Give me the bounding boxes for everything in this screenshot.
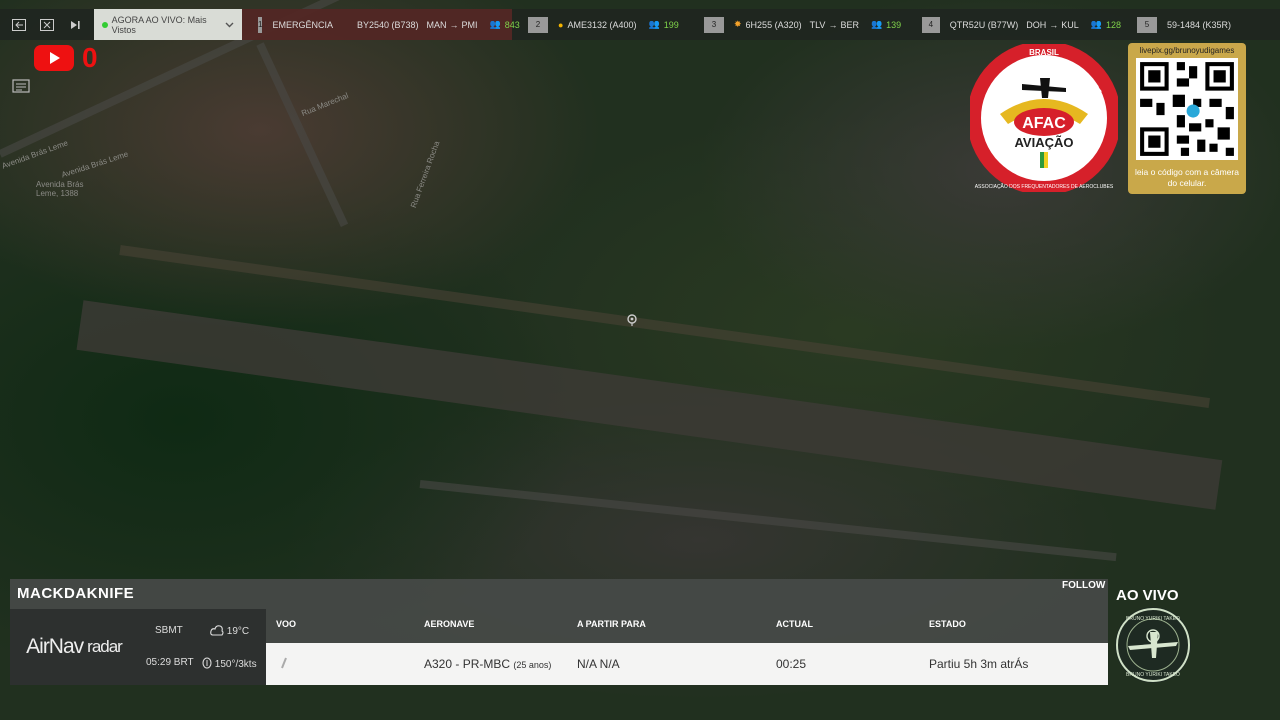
actual-time: 00:25 xyxy=(776,657,807,671)
airport-code: SBMT xyxy=(155,625,183,636)
col-header-aeronave: AERONAVE xyxy=(424,619,475,629)
col-header-actual: ACTUAL xyxy=(776,619,813,629)
flight-status: Partiu 5h 3m atrÁs xyxy=(929,657,1029,671)
top-flight-2[interactable]: 2 ● AME3132 (A400) 👥 199 xyxy=(512,9,688,40)
route-arrow-icon: → xyxy=(1049,19,1059,30)
flight-callsign: 6H255 (A320) xyxy=(745,19,802,30)
star-icon: ✸ xyxy=(734,19,742,29)
cloud-icon xyxy=(210,625,224,636)
livepix-qr-panel[interactable]: livepix.gg/brunoyudigames leia o código … xyxy=(1128,43,1246,194)
viewer-count: 139 xyxy=(886,19,902,30)
airnav-brand: AirNav xyxy=(26,635,84,658)
col-header-rota: A PARTIR PARA xyxy=(577,619,646,629)
route: N/A N/A xyxy=(577,657,620,671)
col-header-voo: VOO xyxy=(276,619,297,629)
viewer-count: 128 xyxy=(1105,19,1121,30)
aircraft: A320 - PR-MBC (25 anos) xyxy=(424,657,551,671)
live-dot xyxy=(102,21,108,28)
flight-info-panel: MACKDAKNIFE FOLLOW AirNav radar SBMT 05:… xyxy=(10,579,1108,685)
collapse-sidebar-icon[interactable] xyxy=(10,16,28,34)
afac-aviacao-logo: AFAC AVIAÇÃO BRASIL AVIAÇÃO ASSOCIAÇÃO D… xyxy=(970,44,1118,192)
top-flight-5[interactable]: 5 59-1484 (K35R) xyxy=(1121,9,1241,40)
top-flight-4[interactable]: 4 QTR52U (B77W) DOH → KUL 👥 128 xyxy=(906,9,1121,40)
temperature-value: 19°C xyxy=(226,626,250,637)
airline-logo-icon xyxy=(280,657,288,672)
viewer-count: 199 xyxy=(663,19,679,30)
live-label: AO VIVO xyxy=(1116,587,1179,604)
wind-value: 150°/3kts xyxy=(214,659,257,670)
flight-callsign: BY2540 (B738) xyxy=(356,19,419,30)
afac-subtitle: AVIAÇÃO xyxy=(1015,135,1074,150)
temperature: 19°C xyxy=(210,624,249,637)
badge-top-text: BRUNO YURIKI TAKEO xyxy=(1126,616,1180,622)
airnav-sub: radar xyxy=(87,637,123,656)
route-from: TLV xyxy=(809,19,826,30)
aircraft-age: (25 anos) xyxy=(513,660,552,670)
afac-top-text: BRASIL xyxy=(1029,48,1059,57)
wind: 150°/3kts xyxy=(202,657,257,670)
street-label: Avenida Brás Leme xyxy=(60,149,130,180)
viewers-icon: 👥 xyxy=(489,19,501,29)
route-arrow-icon: → xyxy=(828,19,838,30)
badge-bottom-text: BRUNO YURIKI TAKEO xyxy=(1126,672,1180,678)
skip-forward-icon[interactable] xyxy=(66,16,84,34)
route-to: KUL xyxy=(1061,19,1079,30)
streamer-username: MACKDAKNIFE xyxy=(17,585,135,602)
bruno-yuriki-takeo-badge: BRUNO YURIKI TAKEO BRUNO YURIKI TAKEO xyxy=(1115,607,1191,683)
rank-badge: 3 xyxy=(704,16,724,33)
route-from: MAN xyxy=(426,19,447,30)
qr-code-icon xyxy=(1136,58,1238,160)
local-time: 05:29 BRT xyxy=(146,657,194,668)
route-arrow-icon: → xyxy=(449,19,459,30)
flight-list-icon[interactable] xyxy=(12,78,30,94)
most-viewed-dropdown[interactable]: AGORA AO VIVO: Mais Vistos xyxy=(94,9,242,40)
viewers-icon: 👥 xyxy=(870,19,883,29)
flight-callsign: QTR52U (B77W) xyxy=(949,19,1019,30)
location-pin-icon[interactable] xyxy=(626,314,638,326)
youtube-icon[interactable] xyxy=(34,45,74,71)
chevron-down-icon xyxy=(225,20,234,30)
top-flight-1[interactable]: 1 EMERGÊNCIA BY2540 (B738) MAN → PMI 👥 8… xyxy=(242,9,520,40)
youtube-counter: 0 xyxy=(82,42,98,73)
route-from: DOH xyxy=(1026,19,1047,30)
rank-badge: 1 xyxy=(258,16,263,33)
top-flight-3[interactable]: 3 ✸ 6H255 (A320) TLV → BER 👥 139 xyxy=(688,9,906,40)
emergency-label: EMERGÊNCIA xyxy=(272,19,333,30)
col-header-estado: ESTADO xyxy=(929,619,966,629)
rank-badge: 2 xyxy=(528,16,548,33)
now-label: AGORA AO VIVO: Mais Vistos xyxy=(111,14,207,35)
flight-callsign: AME3132 (A400) xyxy=(567,19,637,30)
rank-badge: 4 xyxy=(922,16,940,33)
flight-row[interactable]: A320 - PR-MBC (25 anos) N/A N/A 00:25 Pa… xyxy=(266,643,1108,685)
follow-button[interactable]: FOLLOW xyxy=(1062,580,1105,591)
close-panel-icon[interactable] xyxy=(38,16,56,34)
route-to: PMI xyxy=(461,19,478,30)
wind-direction-icon xyxy=(202,657,212,669)
rank-badge: 5 xyxy=(1137,16,1157,33)
viewers-icon: 👥 xyxy=(648,19,660,29)
viewers-icon: 👥 xyxy=(1090,19,1102,29)
route-to: BER xyxy=(840,19,859,30)
flight-callsign: 59-1484 (K35R) xyxy=(1167,19,1232,30)
airport-weather-box: SBMT 05:29 BRT 19°C 150°/3kts xyxy=(138,609,266,685)
street-label: Avenida Brás Leme, 1388 xyxy=(36,180,84,198)
road-south xyxy=(419,480,1117,562)
qr-url: livepix.gg/brunoyudigames xyxy=(1139,46,1235,55)
qr-caption: leia o código com a câmera do celular. xyxy=(1135,167,1239,188)
street-label: Rua Ferreira Rocha xyxy=(408,139,442,210)
aircraft-reg: A320 - PR-MBC xyxy=(424,657,511,671)
road-street xyxy=(256,42,349,227)
alert-dot-icon: ● xyxy=(558,19,564,30)
afac-brand: AFAC xyxy=(1022,115,1066,132)
top-bar: AGORA AO VIVO: Mais Vistos 1 EMERGÊNCIA … xyxy=(0,9,1280,40)
runway xyxy=(76,300,1223,510)
street-label: Rua Marechal xyxy=(300,90,350,119)
afac-ring-text: ASSOCIAÇÃO DOS FREQUENTADORES DE AEROCLU… xyxy=(975,183,1114,190)
airnav-radar-logo: AirNav radar xyxy=(10,609,138,685)
